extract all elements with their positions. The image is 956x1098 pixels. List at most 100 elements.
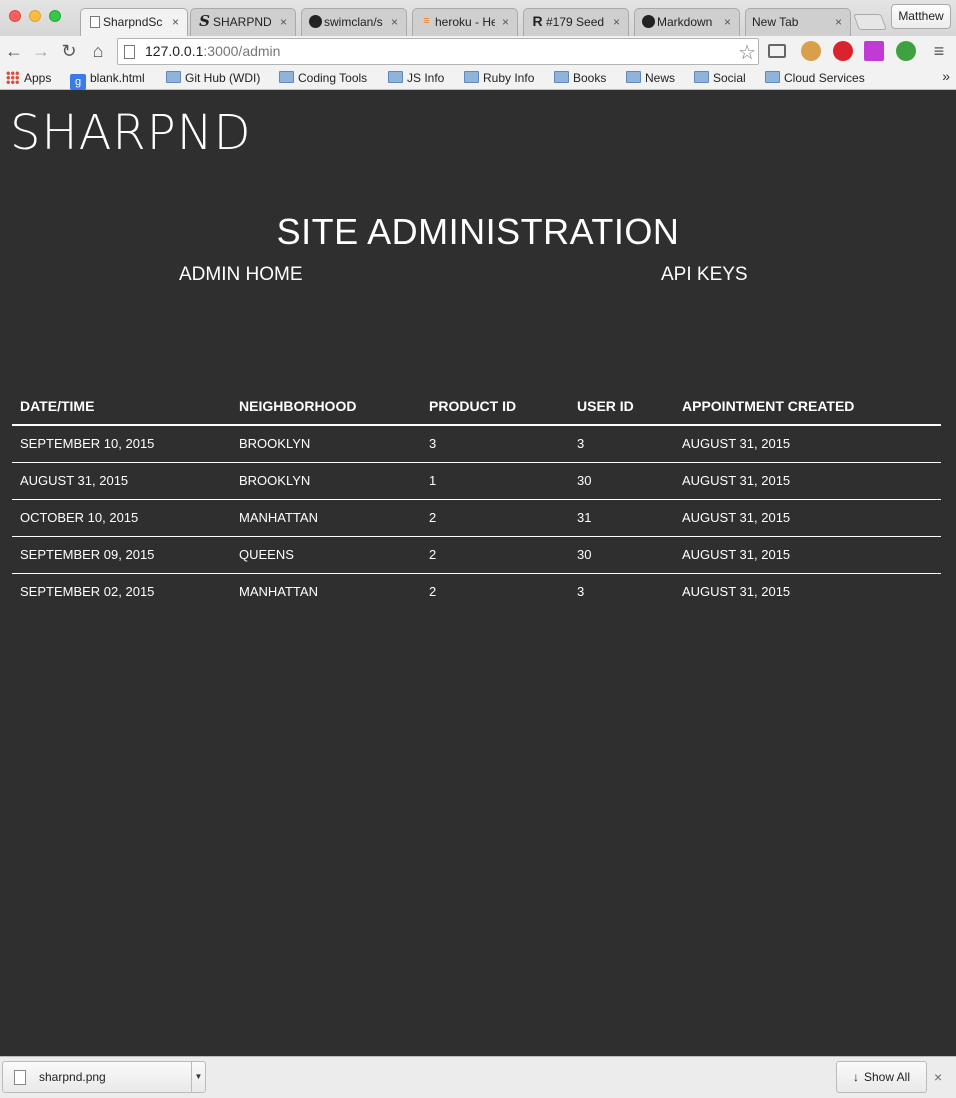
column-header-date-time: DATE/TIME: [12, 389, 231, 426]
column-header-appointment-created: APPOINTMENT CREATED: [674, 389, 941, 426]
cell-neighborhood: MANHATTAN: [231, 499, 421, 537]
column-header-neighborhood: NEIGHBORHOOD: [231, 389, 421, 426]
cell-appointment-created: AUGUST 31, 2015: [674, 536, 941, 574]
image-file-icon: [14, 1070, 26, 1085]
url-path: :3000/admin: [203, 43, 281, 59]
download-arrow-icon: ↓: [852, 1070, 859, 1084]
close-shelf-icon[interactable]: ×: [934, 1069, 942, 1085]
window-resizer-icon[interactable]: [864, 41, 884, 61]
sharpnd-s-icon: S: [199, 12, 210, 30]
cookie-icon[interactable]: [801, 41, 821, 61]
tab-close-icon[interactable]: ×: [613, 9, 620, 35]
bookmark-label: Books: [573, 71, 607, 85]
menu-icon[interactable]: ≡: [928, 40, 950, 62]
bookmark-label: Cloud Services: [784, 71, 865, 85]
bookmark-folder[interactable]: Ruby Info: [464, 70, 534, 86]
adblock-icon[interactable]: [833, 41, 853, 61]
download-menu-arrow-icon[interactable]: ▼: [191, 1062, 205, 1092]
bookmark-label: News: [645, 71, 676, 85]
railscasts-icon: R: [532, 13, 543, 29]
cell-neighborhood: MANHATTAN: [239, 584, 318, 600]
page-content: SHARPND SITE ADMINISTRATION ADMIN HOME A…: [0, 91, 956, 1056]
appointments-table: DATE/TIME NEIGHBORHOOD PRODUCT ID USER I…: [12, 389, 941, 610]
bookmark-label: Ruby Info: [483, 71, 535, 85]
admin-home-link[interactable]: ADMIN HOME: [179, 264, 303, 286]
google-icon: g: [70, 74, 86, 90]
bookmark-folder[interactable]: Git Hub (WDI): [166, 70, 260, 86]
window-close-button[interactable]: [9, 10, 21, 22]
tab-close-icon[interactable]: ×: [502, 9, 509, 35]
url-host: 127.0.0.1: [145, 43, 204, 59]
cell-user-id: 3: [569, 425, 674, 463]
tab-close-icon[interactable]: ×: [172, 9, 179, 35]
bookmark-label: Apps: [24, 71, 52, 85]
browser-tab[interactable]: R #179 Seed ×: [523, 8, 629, 36]
cell-product-id: 1: [421, 462, 569, 500]
cast-icon[interactable]: [768, 44, 786, 58]
bookmark-blank-html[interactable]: g blank.html: [70, 70, 145, 90]
browser-toolbar: ← → ↻ ⌂ 127.0.0.1:3000/admin ☆ ≡: [0, 36, 956, 66]
download-item[interactable]: sharpnd.png ▼: [2, 1061, 206, 1093]
browser-tab[interactable]: ≡ heroku - He ×: [412, 8, 518, 36]
folder-icon: [388, 71, 403, 83]
page-icon: [124, 45, 135, 59]
cell-date-time: SEPTEMBER 02, 2015: [20, 584, 155, 600]
extension-icon[interactable]: [896, 41, 916, 61]
url-text: 127.0.0.1:3000/admin: [145, 43, 280, 59]
column-header-product-id: PRODUCT ID: [421, 389, 569, 426]
folder-icon: [694, 71, 709, 83]
home-icon[interactable]: ⌂: [87, 40, 109, 62]
bookmark-folder[interactable]: Social: [694, 70, 746, 86]
cell-user-id: 31: [569, 499, 674, 537]
browser-tab[interactable]: Markdown ×: [634, 8, 740, 36]
browser-tab[interactable]: S SHARPND ×: [190, 8, 296, 36]
cell-product-id: 3: [421, 425, 569, 463]
tab-close-icon[interactable]: ×: [391, 9, 398, 35]
bookmark-apps[interactable]: Apps: [6, 70, 51, 86]
folder-icon: [279, 71, 294, 83]
tab-close-icon[interactable]: ×: [724, 9, 731, 35]
bookmark-label: blank.html: [90, 71, 145, 85]
browser-tab[interactable]: New Tab ×: [745, 8, 851, 36]
downloads-shelf: sharpnd.png ▼ ↓ Show All ×: [0, 1056, 956, 1098]
reload-icon[interactable]: ↻: [58, 40, 80, 62]
bookmark-label: Coding Tools: [298, 71, 368, 85]
table-header-row: DATE/TIME NEIGHBORHOOD PRODUCT ID USER I…: [12, 389, 941, 426]
bookmark-folder[interactable]: News: [626, 70, 675, 86]
window-minimize-button[interactable]: [29, 10, 41, 22]
tab-close-icon[interactable]: ×: [280, 9, 287, 35]
page-title: SITE ADMINISTRATION: [276, 211, 680, 252]
window-zoom-button[interactable]: [49, 10, 61, 22]
bookmark-folder[interactable]: JS Info: [388, 70, 444, 86]
new-tab-button[interactable]: [853, 14, 887, 30]
github-icon: [642, 15, 655, 28]
table-row: SEPTEMBER 02, 2015 MANHATTAN 2 3 AUGUST …: [12, 573, 941, 610]
site-logo[interactable]: SHARPND: [10, 105, 252, 161]
folder-icon: [554, 71, 569, 83]
forward-arrow-icon[interactable]: →: [30, 40, 52, 62]
tab-title: SharpndSc: [103, 15, 163, 29]
bookmark-folder[interactable]: Books: [554, 70, 606, 86]
bookmark-star-icon[interactable]: ☆: [738, 40, 756, 65]
table-row: OCTOBER 10, 2015 MANHATTAN 2 31 AUGUST 3…: [12, 499, 941, 537]
cell-date-time: SEPTEMBER 09, 2015: [12, 536, 231, 574]
browser-tab[interactable]: swimclan/s ×: [301, 8, 407, 36]
tab-close-icon[interactable]: ×: [835, 9, 842, 35]
cell-date-time: OCTOBER 10, 2015: [12, 499, 231, 537]
browser-tab[interactable]: SharpndSc ×: [80, 8, 188, 36]
bookmarks-overflow-button[interactable]: »: [942, 68, 950, 84]
bookmark-folder[interactable]: Coding Tools: [279, 70, 367, 86]
cell-product-id: 2: [421, 536, 569, 574]
show-all-label: Show All: [863, 1070, 911, 1084]
folder-icon: [464, 71, 479, 83]
folder-icon: [166, 71, 181, 83]
cell-user-id: 30: [569, 536, 674, 574]
back-arrow-icon[interactable]: ←: [3, 40, 25, 62]
address-bar[interactable]: 127.0.0.1:3000/admin ☆: [117, 38, 759, 65]
show-all-downloads-button[interactable]: ↓ Show All: [836, 1061, 927, 1093]
api-keys-link[interactable]: API KEYS: [661, 264, 748, 286]
cell-appointment-created: AUGUST 31, 2015: [674, 462, 941, 500]
bookmark-folder[interactable]: Cloud Services: [765, 70, 865, 86]
profile-button[interactable]: Matthew: [891, 4, 951, 29]
cell-date-time: AUGUST 31, 2015: [12, 462, 231, 500]
